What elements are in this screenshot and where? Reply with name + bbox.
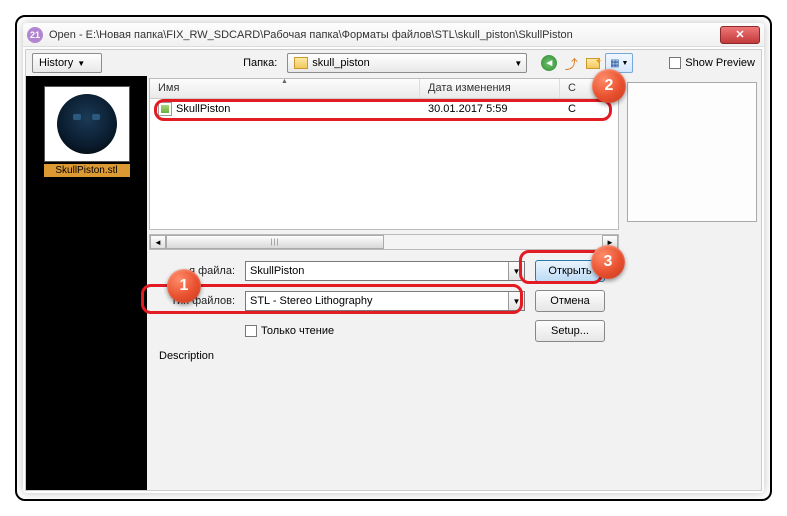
history-label: History [39, 57, 73, 69]
file-size: C [560, 103, 584, 115]
filetype-value: STL - Stereo Lithography [250, 292, 506, 310]
show-preview-label: Show Preview [685, 57, 755, 69]
folder-icon [294, 57, 308, 69]
filename-value: SkullPiston [250, 262, 506, 280]
file-icon [158, 102, 172, 116]
history-thumbnail[interactable]: SkullPiston.stl [44, 86, 130, 177]
filetype-dropdown[interactable]: STL - Stereo Lithography ▼ [245, 291, 525, 311]
titlebar: 21 Open - E:\Новая папка\FIX_RW_SDCARD\Р… [23, 23, 764, 47]
thumbnail-filename: SkullPiston.stl [44, 164, 130, 177]
setup-button[interactable]: Setup... [535, 320, 605, 342]
file-list[interactable]: Имя▲ Дата изменения C SkullPiston 30.01.… [149, 78, 619, 230]
readonly-label: Только чтение [261, 325, 334, 337]
sort-asc-icon: ▲ [281, 78, 288, 85]
preview-panel [627, 82, 757, 222]
chevron-down-icon[interactable]: ▼ [508, 262, 524, 280]
chevron-down-icon[interactable]: ▼ [508, 292, 524, 310]
description-area [159, 362, 615, 482]
column-date[interactable]: Дата изменения [420, 79, 560, 98]
checkbox-icon [669, 57, 681, 69]
file-date: 30.01.2017 5:59 [420, 103, 560, 115]
history-dropdown[interactable]: History ▼ [32, 53, 102, 73]
list-header: Имя▲ Дата изменения C [150, 79, 618, 99]
annotation-marker-1: 1 [167, 269, 201, 303]
thumbnail-image [44, 86, 130, 162]
toolbar: History ▼ Папка: skull_piston ▼ ◄ ⤴ ✦ ▦▼… [26, 50, 761, 76]
chevron-down-icon: ▼ [77, 59, 85, 68]
back-icon[interactable]: ◄ [539, 53, 559, 73]
window-title: Open - E:\Новая папка\FIX_RW_SDCARD\Рабо… [49, 29, 720, 41]
horizontal-scrollbar[interactable]: ◄ ||| ► [149, 234, 619, 250]
cancel-button[interactable]: Отмена [535, 290, 605, 312]
folder-dropdown[interactable]: skull_piston ▼ [287, 53, 527, 73]
filename-input[interactable]: SkullPiston ▼ [245, 261, 525, 281]
app-icon: 21 [27, 27, 43, 43]
folder-label: Папка: [243, 57, 277, 69]
annotation-marker-2: 2 [592, 69, 626, 103]
chevron-down-icon: ▼ [514, 59, 522, 68]
description-label: Description [159, 350, 615, 362]
up-icon[interactable]: ⤴ [561, 53, 581, 73]
file-row[interactable]: SkullPiston 30.01.2017 5:59 C [150, 99, 618, 119]
readonly-checkbox[interactable]: Только чтение [245, 325, 525, 337]
folder-value: skull_piston [312, 57, 369, 69]
file-name: SkullPiston [176, 103, 230, 115]
close-button[interactable]: ✕ [720, 26, 760, 44]
annotation-marker-3: 3 [591, 245, 625, 279]
column-name[interactable]: Имя▲ [150, 79, 420, 98]
checkbox-icon [245, 325, 257, 337]
show-preview-checkbox[interactable]: Show Preview [669, 57, 755, 69]
scroll-left-icon[interactable]: ◄ [150, 235, 166, 249]
history-panel: SkullPiston.stl [26, 76, 147, 490]
